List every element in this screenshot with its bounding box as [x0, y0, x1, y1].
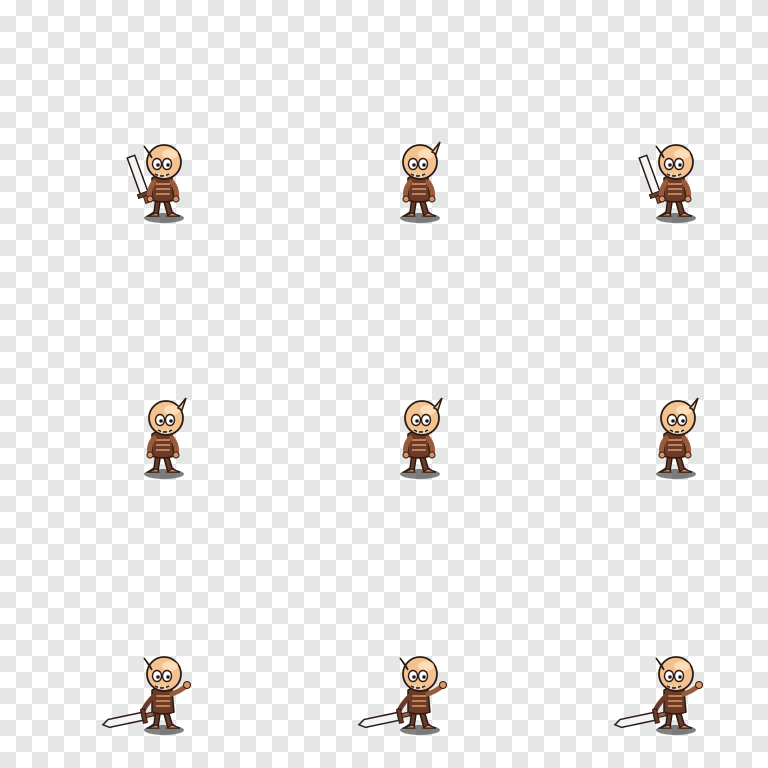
head-highlight: [420, 405, 436, 415]
goblin-sprite: [101, 656, 191, 735]
right-pupil: [681, 419, 685, 423]
right-pupil: [169, 419, 173, 423]
head-highlight: [162, 149, 178, 159]
sprite-sheet-canvas: [0, 0, 768, 768]
right-hand: [695, 681, 703, 689]
sprite-frame-r3c1: [101, 644, 212, 744]
goblin-sprite: [613, 656, 703, 735]
right-pupil: [678, 163, 682, 167]
ear-icon: [176, 397, 187, 412]
sprite-frame-r2c1: [112, 388, 212, 488]
right-hand: [428, 451, 436, 459]
sprite-frame-r3c3: [613, 644, 724, 744]
ear-icon: [432, 397, 443, 412]
goblin-sprite: [357, 656, 447, 735]
head-highlight: [674, 661, 690, 671]
sprite-frame-r1c2: [368, 132, 468, 232]
right-pupil: [166, 163, 170, 167]
right-hand: [439, 681, 447, 689]
left-hand: [658, 451, 666, 459]
sprite-frame-r2c3: [624, 388, 724, 488]
goblin-sprite: [656, 397, 699, 479]
left-hand: [402, 195, 410, 203]
ear-icon: [430, 141, 441, 156]
right-pupil: [422, 675, 426, 679]
left-hand: [146, 195, 154, 203]
left-pupil: [412, 163, 416, 167]
left-hand: [658, 195, 666, 203]
goblin-sprite: [400, 141, 441, 223]
goblin-sprite: [126, 144, 184, 223]
left-pupil: [156, 163, 160, 167]
sprite-frame-r1c1: [112, 132, 212, 232]
right-pupil: [425, 419, 429, 423]
sprite-frame-r2c2: [368, 388, 468, 488]
sprite-frame-r1c3: [624, 132, 724, 232]
left-pupil: [668, 675, 672, 679]
goblin-sprite: [144, 397, 187, 479]
left-pupil: [159, 419, 163, 423]
right-hand: [684, 451, 692, 459]
head-highlight: [162, 661, 178, 671]
right-pupil: [422, 163, 426, 167]
left-pupil: [156, 675, 160, 679]
right-hand: [172, 451, 180, 459]
head-highlight: [418, 149, 434, 159]
left-pupil: [415, 419, 419, 423]
ear-icon: [688, 397, 699, 412]
right-hand: [183, 681, 191, 689]
left-hand: [402, 451, 410, 459]
right-hand: [172, 195, 180, 203]
right-hand: [684, 195, 692, 203]
left-hand: [146, 451, 154, 459]
head-highlight: [674, 149, 690, 159]
sprite-frame-r3c2: [357, 644, 468, 744]
head-highlight: [418, 661, 434, 671]
left-pupil: [671, 419, 675, 423]
goblin-sprite: [400, 397, 443, 479]
right-pupil: [166, 675, 170, 679]
goblin-sprite: [638, 144, 696, 223]
right-hand: [428, 195, 436, 203]
left-pupil: [668, 163, 672, 167]
left-pupil: [412, 675, 416, 679]
right-pupil: [678, 675, 682, 679]
head-highlight: [676, 405, 692, 415]
head-highlight: [164, 405, 180, 415]
